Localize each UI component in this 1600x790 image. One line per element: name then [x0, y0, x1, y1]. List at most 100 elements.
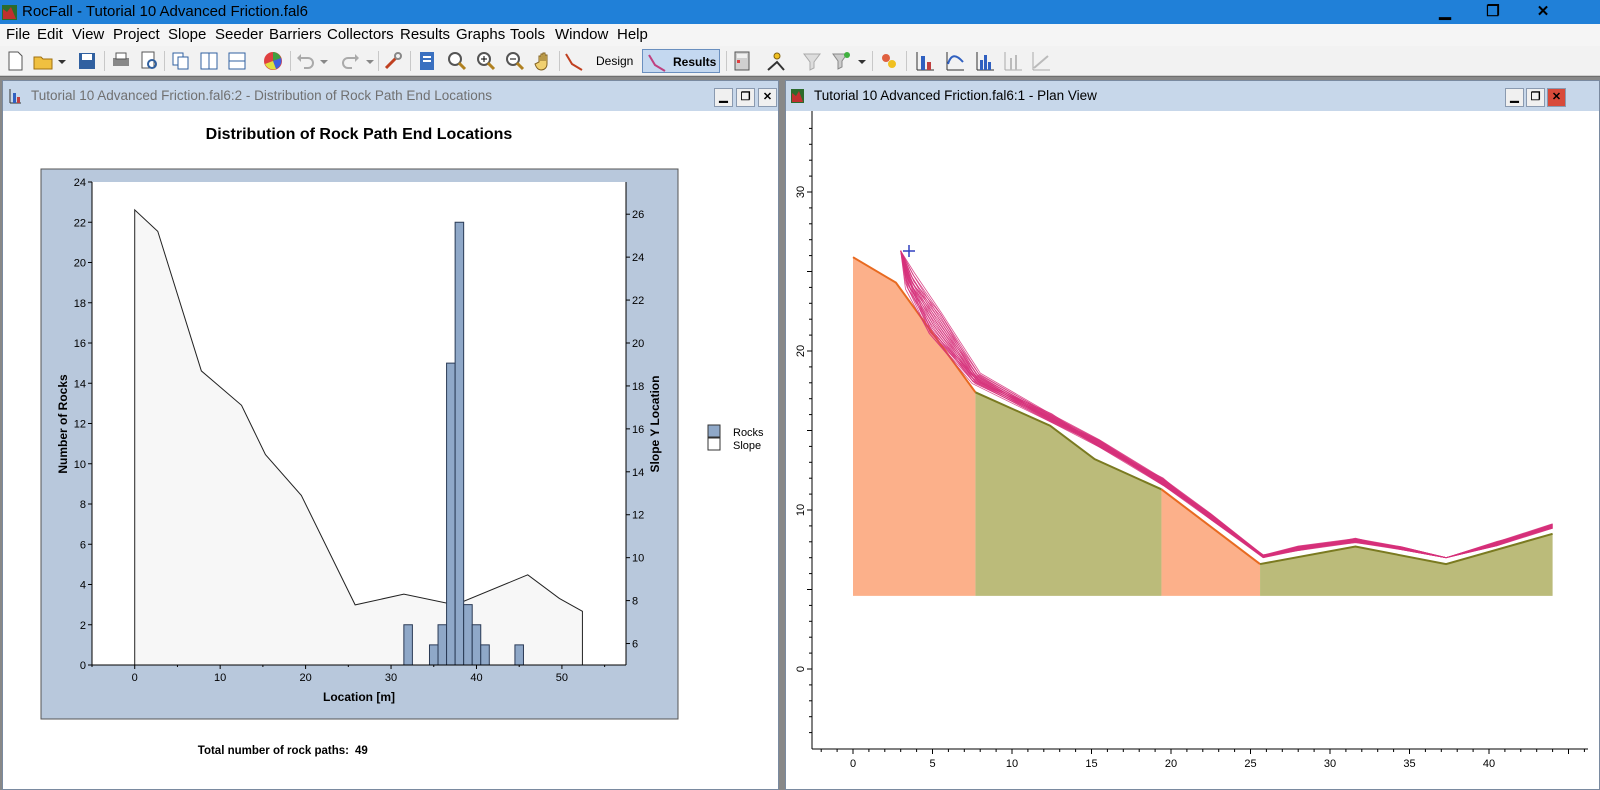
child-restore-button[interactable]: ❐	[736, 88, 755, 107]
redo-icon[interactable]	[340, 50, 362, 72]
y2-tick-label: 20	[632, 338, 644, 350]
plan-view-window-titlebar: Tutorial 10 Advanced Friction.fal6:1 - P…	[786, 81, 1599, 111]
wrench-icon[interactable]	[382, 50, 404, 72]
y-tick-label: 20	[74, 258, 86, 270]
filter-dropdown-icon[interactable]	[830, 50, 852, 72]
toolbar-separator	[104, 51, 105, 71]
distribution-window-titlebar: Tutorial 10 Advanced Friction.fal6:2 - D…	[3, 81, 778, 111]
menu-seeder[interactable]: Seeder	[215, 26, 263, 43]
child-minimize-button[interactable]: ▁	[714, 88, 733, 107]
toolbar: Design Results	[0, 46, 1600, 76]
distribution-chart: Distribution of Rock Path End Locations …	[10, 111, 774, 787]
plan-x-tick-label: 5	[929, 758, 935, 770]
rocks-icon[interactable]	[878, 50, 900, 72]
plan-x-tick-label: 15	[1085, 758, 1097, 770]
menu-results[interactable]: Results	[400, 26, 450, 43]
toolbar-separator	[164, 51, 165, 71]
seeder-icon[interactable]	[765, 50, 787, 72]
zoom-out-icon[interactable]	[504, 50, 526, 72]
distribution-window-title: Tutorial 10 Advanced Friction.fal6:2 - D…	[31, 88, 492, 103]
legend: Rocks Slope	[707, 424, 764, 452]
y2-tick-label: 14	[632, 467, 644, 479]
y-tick-label: 12	[74, 419, 86, 431]
menu-graphs[interactable]: Graphs	[456, 26, 505, 43]
menu-file[interactable]: File	[6, 26, 30, 43]
results-button[interactable]: Results	[642, 49, 720, 73]
zoom-in-icon[interactable]	[475, 50, 497, 72]
print-icon[interactable]	[110, 50, 132, 72]
total-rock-paths-value: 49	[355, 745, 368, 757]
document-info-icon[interactable]	[416, 50, 438, 72]
filter-icon[interactable]	[801, 50, 823, 72]
calculator-icon[interactable]	[731, 50, 753, 72]
plan-restore-button[interactable]: ❐	[1526, 88, 1545, 107]
design-icon[interactable]	[563, 50, 585, 72]
y-tick-label: 8	[80, 499, 86, 511]
y2-tick-label: 12	[632, 510, 644, 522]
x-tick-label: 40	[470, 672, 482, 684]
undo-icon[interactable]	[294, 50, 316, 72]
toolbar-separator	[290, 51, 291, 71]
close-button[interactable]: ✕	[1520, 0, 1566, 24]
zoom-all-icon[interactable]	[446, 50, 468, 72]
legend-slope-label: Slope	[733, 440, 761, 452]
tile-vertical-icon[interactable]	[198, 50, 220, 72]
y2-tick-label: 16	[632, 424, 644, 436]
plan-view-window: Tutorial 10 Advanced Friction.fal6:1 - P…	[785, 80, 1600, 790]
graph-histogram-icon[interactable]	[974, 50, 996, 72]
open-folder-icon[interactable]	[32, 50, 54, 72]
menu-barriers[interactable]: Barriers	[269, 26, 322, 43]
plan-minimize-button[interactable]: ▁	[1505, 88, 1524, 107]
y2-tick-label: 18	[632, 381, 644, 393]
new-file-icon[interactable]	[4, 50, 26, 72]
x-tick-label: 10	[214, 672, 226, 684]
child-close-button[interactable]: ✕	[758, 88, 777, 107]
plan-window-icon	[791, 89, 804, 103]
y2-tick-label: 22	[632, 295, 644, 307]
undo-dropdown-icon[interactable]	[318, 50, 330, 72]
graph-bar-icon[interactable]	[914, 50, 936, 72]
plan-view-window-title: Tutorial 10 Advanced Friction.fal6:1 - P…	[814, 88, 1097, 103]
tile-horizontal-icon[interactable]	[226, 50, 248, 72]
y2-tick-label: 10	[632, 553, 644, 565]
filter-menu-dropdown-icon[interactable]	[856, 50, 868, 72]
y2-tick-label: 26	[632, 209, 644, 221]
x-axis-label: Location [m]	[323, 690, 395, 704]
toolbar-separator	[378, 51, 379, 71]
menu-bar: File Edit View Project Slope Seeder Barr…	[0, 24, 1600, 46]
design-button[interactable]: Design	[596, 49, 633, 73]
plan-close-button[interactable]: ✕	[1547, 88, 1566, 107]
rocks-bar	[454, 221, 465, 666]
rocks-bar	[480, 644, 490, 666]
graph-disabled-icon[interactable]	[1002, 50, 1024, 72]
menu-tools[interactable]: Tools	[510, 26, 545, 43]
open-dropdown-icon[interactable]	[56, 50, 68, 72]
copy-icon[interactable]	[170, 50, 192, 72]
graph-line-icon[interactable]	[944, 50, 966, 72]
redo-dropdown-icon[interactable]	[364, 50, 376, 72]
restore-button[interactable]: ❐	[1470, 0, 1516, 24]
plan-view-canvas[interactable]: 0 5 10 15 20 25 30 35 40 0 10 20 30	[794, 111, 1588, 787]
menu-help[interactable]: Help	[617, 26, 648, 43]
color-wheel-icon[interactable]	[262, 50, 284, 72]
minimize-button[interactable]: ▁	[1422, 0, 1468, 24]
menu-window[interactable]: Window	[555, 26, 608, 43]
graph-line-disabled-icon[interactable]	[1030, 50, 1052, 72]
menu-view[interactable]: View	[72, 26, 104, 43]
menu-project[interactable]: Project	[113, 26, 160, 43]
results-icon	[648, 54, 666, 72]
print-preview-icon[interactable]	[138, 50, 160, 72]
rocks-bar	[428, 644, 439, 666]
pan-hand-icon[interactable]	[533, 50, 555, 72]
plan-x-tick-label: 25	[1244, 758, 1256, 770]
menu-edit[interactable]: Edit	[37, 26, 63, 43]
save-icon[interactable]	[76, 50, 98, 72]
mdi-workspace: Tutorial 10 Advanced Friction.fal6:2 - D…	[0, 77, 1600, 790]
menu-collectors[interactable]: Collectors	[327, 26, 394, 43]
graph-window-icon	[9, 89, 21, 104]
menu-slope[interactable]: Slope	[168, 26, 206, 43]
window-title: RocFall - Tutorial 10 Advanced Friction.…	[22, 3, 308, 20]
rocks-bar	[403, 624, 413, 666]
plan-x-tick-label: 0	[850, 758, 856, 770]
distribution-window: Tutorial 10 Advanced Friction.fal6:2 - D…	[2, 80, 779, 790]
